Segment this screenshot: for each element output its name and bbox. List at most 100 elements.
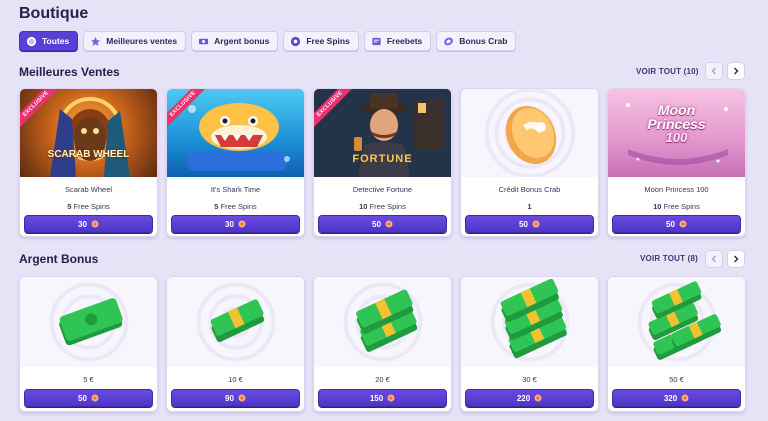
cash-stack-icon <box>59 298 123 346</box>
product-card[interactable]: FORTUNE EXCLUSIVE Detective Fortune 10 F… <box>313 88 452 237</box>
bonus-amount: 20 € <box>375 375 390 384</box>
chevron-right-icon <box>734 67 739 75</box>
price-value: 30 <box>78 219 87 229</box>
crab-coin-icon <box>534 394 542 402</box>
tab-label: Argent bonus <box>214 36 270 46</box>
product-thumbnail <box>20 277 157 367</box>
page-title: Boutique <box>19 5 89 22</box>
product-name: Scarab Wheel <box>64 185 113 194</box>
crab-coin-icon <box>679 220 687 228</box>
crab-coin-icon <box>91 394 99 402</box>
crab-coin-icon <box>443 36 454 47</box>
tab-label: Bonus Crab <box>459 36 508 46</box>
price-value: 220 <box>516 393 531 403</box>
buy-button[interactable]: 50 <box>24 389 153 407</box>
next-button[interactable] <box>727 62 745 80</box>
bonus-money-row: 5 € 50 10 € 90 20 € 150 30 € 220 50 € 32… <box>19 276 746 412</box>
product-card[interactable]: 50 € 320 <box>607 276 746 412</box>
spin-icon <box>290 36 301 47</box>
product-card[interactable]: Crédit Bonus Crab 1 50 <box>460 88 599 237</box>
tab-label: Free Spins <box>306 36 350 46</box>
product-quantity: 5 Free Spins <box>67 202 110 211</box>
section-title-bonus-money: Argent Bonus <box>19 252 99 266</box>
cash-stack-icon <box>648 281 722 360</box>
tab-best-sellers[interactable]: Meilleures ventes <box>83 31 187 51</box>
product-quantity: 10 Free Spins <box>653 202 700 211</box>
star-icon <box>90 36 101 47</box>
game-thumbnail: Moon Princess 100 <box>608 89 745 177</box>
product-thumbnail <box>461 89 598 177</box>
bonus-amount: 10 € <box>228 375 243 384</box>
see-all-best-sellers-link[interactable]: VOIR TOUT (10) <box>636 67 699 76</box>
crab-coin-icon <box>387 394 395 402</box>
product-quantity: 10 Free Spins <box>359 202 406 211</box>
price-value: 150 <box>369 393 384 403</box>
tab-label: Freebets <box>386 36 423 46</box>
game-thumbnail: EXCLUSIVE <box>167 89 304 177</box>
buy-button[interactable]: 50 <box>318 215 447 233</box>
product-quantity: 5 Free Spins <box>214 202 257 211</box>
tab-bonus-money[interactable]: Argent bonus <box>191 31 279 51</box>
product-card[interactable]: SCARAB WHEEL EXCLUSIVE Scarab Wheel 5 Fr… <box>19 88 158 237</box>
buy-button[interactable]: 220 <box>465 389 594 407</box>
coin-pouch-icon <box>26 36 37 47</box>
category-tabs: Toutes Meilleures ventes Argent bonus Fr… <box>19 31 517 51</box>
bonus-amount: 5 € <box>83 375 94 384</box>
product-name: It's Shark Time <box>210 185 261 194</box>
product-card[interactable]: Moon Princess 100 Moon Princess 100 10 F… <box>607 88 746 237</box>
product-thumbnail <box>608 277 745 367</box>
crab-coin-icon <box>91 220 99 228</box>
buy-button[interactable]: 320 <box>612 389 741 407</box>
cash-stack-icon <box>500 278 567 359</box>
ticket-icon <box>371 36 382 47</box>
cash-icon <box>198 36 209 47</box>
next-button[interactable] <box>727 250 745 268</box>
product-card[interactable]: 10 € 90 <box>166 276 305 412</box>
tab-label: Meilleures ventes <box>106 36 178 46</box>
bonus-amount: 30 € <box>522 375 537 384</box>
product-thumbnail <box>314 277 451 367</box>
buy-button[interactable]: 50 <box>612 215 741 233</box>
game-logo: SCARAB WHEEL <box>47 149 130 160</box>
buy-button[interactable]: 30 <box>171 215 300 233</box>
crab-coin-icon <box>681 394 689 402</box>
price-value: 90 <box>225 393 234 403</box>
buy-button[interactable]: 50 <box>465 215 594 233</box>
crab-coin-icon <box>238 220 246 228</box>
tab-freebets[interactable]: Freebets <box>363 31 432 51</box>
prev-button[interactable] <box>705 250 723 268</box>
see-all-bonus-money-link[interactable]: VOIR TOUT (8) <box>640 254 698 263</box>
product-card[interactable]: 20 € 150 <box>313 276 452 412</box>
game-thumbnail: FORTUNE EXCLUSIVE <box>314 89 451 177</box>
product-name: Moon Princess 100 <box>644 185 709 194</box>
product-card[interactable]: 30 € 220 <box>460 276 599 412</box>
crab-coin-icon <box>532 220 540 228</box>
tab-bonus-crab[interactable]: Bonus Crab <box>436 31 517 51</box>
crab-coin-icon <box>238 394 246 402</box>
price-value: 50 <box>372 219 381 229</box>
section-title-best-sellers: Meilleures Ventes <box>19 65 120 79</box>
product-card[interactable]: EXCLUSIVE It's Shark Time 5 Free Spins 3… <box>166 88 305 237</box>
price-value: 50 <box>78 393 87 403</box>
buy-button[interactable]: 150 <box>318 389 447 407</box>
price-value: 50 <box>666 219 675 229</box>
cash-stack-icon <box>210 299 265 342</box>
tab-free-spins[interactable]: Free Spins <box>283 31 359 51</box>
cash-stack-icon <box>356 289 418 352</box>
product-thumbnail <box>461 277 598 367</box>
bonus-amount: 50 € <box>669 375 684 384</box>
shop-page: Boutique Toutes Meilleures ventes Argent… <box>0 0 768 421</box>
tab-all[interactable]: Toutes <box>19 31 79 51</box>
buy-button[interactable]: 90 <box>171 389 300 407</box>
prev-button[interactable] <box>705 62 723 80</box>
product-name: Detective Fortune <box>352 185 413 194</box>
product-thumbnail <box>167 277 304 367</box>
game-logo: Moon Princess 100 <box>647 102 706 145</box>
product-quantity: 1 <box>527 202 532 211</box>
price-value: 320 <box>663 393 678 403</box>
best-sellers-row: SCARAB WHEEL EXCLUSIVE Scarab Wheel 5 Fr… <box>19 88 746 237</box>
buy-button[interactable]: 30 <box>24 215 153 233</box>
price-value: 30 <box>225 219 234 229</box>
tab-label: Toutes <box>42 36 70 46</box>
product-card[interactable]: 5 € 50 <box>19 276 158 412</box>
